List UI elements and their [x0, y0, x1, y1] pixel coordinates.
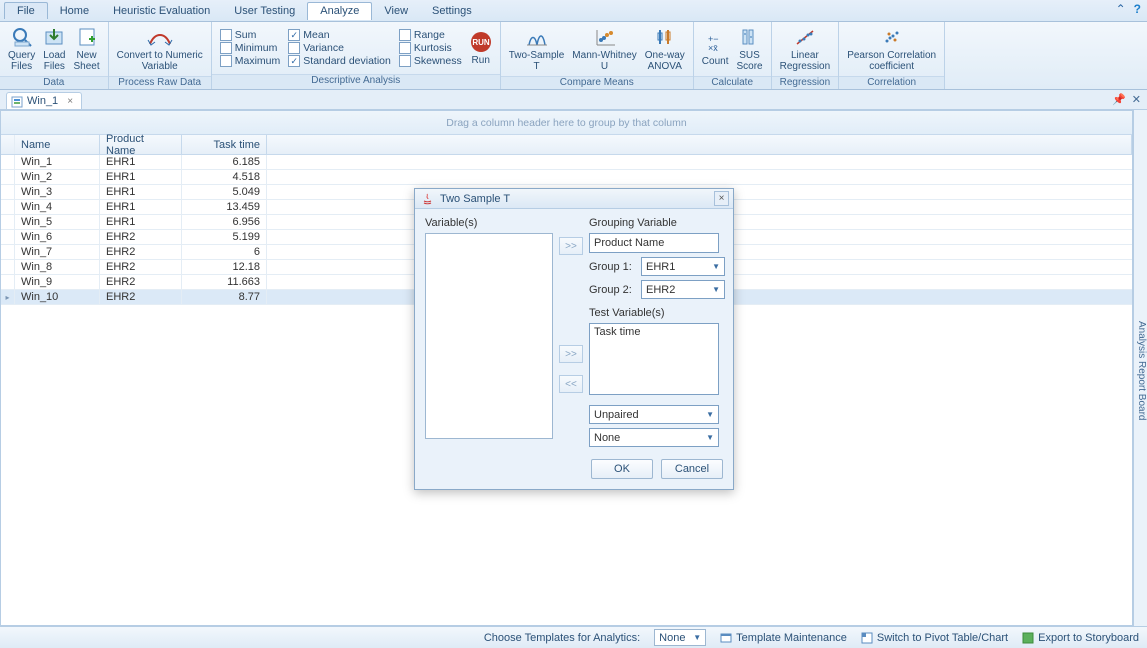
switch-pivot-link[interactable]: Switch to Pivot Table/Chart — [861, 632, 1008, 644]
grid-header: NameProduct NameTask time — [1, 135, 1132, 155]
table-row[interactable]: Win_2EHR14.518 — [1, 170, 1132, 185]
chevron-down-icon: ▼ — [706, 433, 714, 442]
close-all-icon[interactable]: ✕ — [1132, 93, 1141, 106]
query-files-button[interactable]: QueryFiles — [4, 24, 39, 74]
sus-score-button[interactable]: SUSScore — [732, 24, 766, 74]
group-by-hint[interactable]: Drag a column header here to group by th… — [1, 111, 1132, 135]
group1-combo[interactable]: EHR1▼ — [641, 257, 725, 276]
check-range[interactable]: Range — [399, 29, 462, 41]
ribbon-group-label: Regression — [772, 76, 839, 89]
menu-user-testing[interactable]: User Testing — [222, 2, 307, 20]
menu-view[interactable]: View — [372, 2, 420, 20]
two-sample-t-dialog: Two Sample T × Variable(s) >> >> << Grou… — [414, 188, 734, 490]
group2-combo[interactable]: EHR2▼ — [641, 280, 725, 299]
dialog-title: Two Sample T — [440, 193, 510, 205]
ribbon-group-label: Calculate — [694, 76, 771, 89]
menu-settings[interactable]: Settings — [420, 2, 484, 20]
menu-bar: File HomeHeuristic EvaluationUser Testin… — [0, 0, 1147, 22]
menu-analyze[interactable]: Analyze — [307, 2, 372, 20]
new-sheet-button[interactable]: NewSheet — [69, 24, 103, 74]
move-right-grouping-button[interactable]: >> — [559, 237, 583, 255]
check-skewness[interactable]: Skewness — [399, 55, 462, 67]
document-tab-strip: Win_1 × 📌 ✕ — [0, 90, 1147, 110]
ribbon-group-label: Data — [0, 76, 108, 89]
two-sample-t-button[interactable]: Two-SampleT — [505, 24, 569, 74]
analysis-report-board-panel[interactable]: Analysis Report Board — [1133, 110, 1147, 626]
count-button[interactable]: +−×x̄Count — [698, 30, 733, 69]
column-header-task-time[interactable]: Task time — [182, 135, 267, 154]
help-icon[interactable]: ? — [1134, 2, 1141, 16]
move-left-testvar-button[interactable]: << — [559, 375, 583, 393]
ribbon: QueryFilesLoadFilesNewSheet Data Convert t… — [0, 22, 1147, 90]
cancel-button[interactable]: Cancel — [661, 459, 723, 479]
chevron-down-icon: ▼ — [712, 285, 720, 294]
ribbon-group-label: Compare Means — [501, 76, 693, 89]
check-maximum[interactable]: Maximum — [220, 55, 281, 67]
group1-label: Group 1: — [589, 261, 635, 273]
grouping-variable-label: Grouping Variable — [589, 217, 725, 229]
convert-numeric-button[interactable]: Convert to NumericVariable — [113, 24, 207, 74]
ok-button[interactable]: OK — [591, 459, 653, 479]
column-header-name[interactable]: Name — [15, 135, 100, 154]
pearson-button[interactable]: Pearson Correlationcoefficient — [843, 24, 940, 74]
move-right-testvar-button[interactable]: >> — [559, 345, 583, 363]
check-mean[interactable]: ✓Mean — [288, 29, 391, 41]
check-kurtosis[interactable]: Kurtosis — [399, 42, 462, 54]
variables-listbox[interactable] — [425, 233, 553, 439]
grouping-variable-input[interactable] — [589, 233, 719, 253]
document-tab-label: Win_1 — [27, 95, 58, 107]
choose-template-label: Choose Templates for Analytics: — [484, 632, 640, 644]
run-button[interactable]: RUNRun — [466, 29, 496, 68]
table-row[interactable]: Win_1EHR16.185 — [1, 155, 1132, 170]
oneway-anova-button[interactable]: One-wayANOVA — [641, 24, 689, 74]
group2-label: Group 2: — [589, 284, 635, 296]
check-minimum[interactable]: Minimum — [220, 42, 281, 54]
check-sum[interactable]: Sum — [220, 29, 281, 41]
menu-home[interactable]: Home — [48, 2, 101, 20]
collapse-ribbon-icon[interactable]: ⌃ — [1116, 2, 1126, 16]
test-variables-label: Test Variable(s) — [589, 307, 725, 319]
extra-combo[interactable]: None▼ — [589, 428, 719, 447]
menu-heuristic-evaluation[interactable]: Heuristic Evaluation — [101, 2, 222, 20]
pairing-combo[interactable]: Unpaired▼ — [589, 405, 719, 424]
chevron-down-icon: ▼ — [712, 262, 720, 271]
svg-text:×x̄: ×x̄ — [708, 43, 718, 53]
status-bar: Choose Templates for Analytics: None▼ Te… — [0, 626, 1147, 648]
document-tab[interactable]: Win_1 × — [6, 92, 82, 109]
check-variance[interactable]: Variance — [288, 42, 391, 54]
close-tab-icon[interactable]: × — [67, 96, 73, 107]
linear-regression-button[interactable]: LinearRegression — [776, 24, 835, 74]
ribbon-group-label: Correlation — [839, 76, 944, 89]
menu-file[interactable]: File — [4, 2, 48, 19]
java-icon — [421, 192, 434, 205]
ribbon-group-label: Descriptive Analysis — [212, 74, 500, 89]
export-storyboard-link[interactable]: Export to Storyboard — [1022, 632, 1139, 644]
chevron-down-icon: ▼ — [706, 410, 714, 419]
dialog-titlebar[interactable]: Two Sample T × — [415, 189, 733, 209]
pin-icon[interactable]: 📌 — [1112, 93, 1126, 106]
template-combo[interactable]: None▼ — [654, 629, 706, 646]
template-maintenance-link[interactable]: Template Maintenance — [720, 632, 847, 644]
test-variables-listbox[interactable]: Task time — [589, 323, 719, 395]
check-standard-deviation[interactable]: ✓Standard deviation — [288, 55, 391, 67]
load-files-button[interactable]: LoadFiles — [39, 24, 69, 74]
ribbon-group-label: Process Raw Data — [109, 76, 211, 89]
variables-label: Variable(s) — [425, 217, 553, 229]
column-header-product-name[interactable]: Product Name — [100, 135, 182, 154]
dialog-close-button[interactable]: × — [714, 191, 729, 206]
svg-text:RUN: RUN — [472, 38, 490, 47]
mann-whitney-u-button[interactable]: Mann-WhitneyU — [568, 24, 640, 74]
